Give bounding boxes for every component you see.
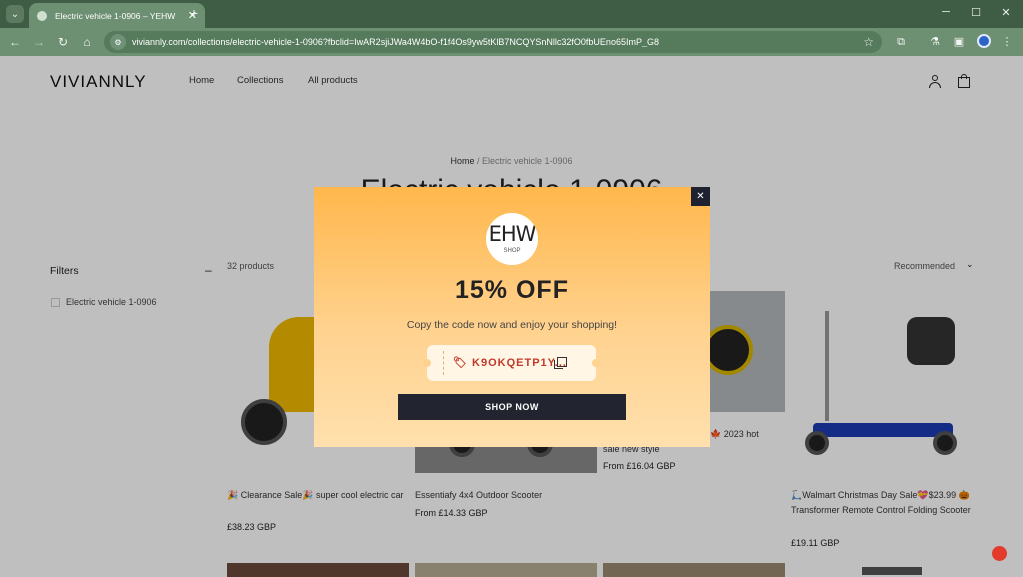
popup-subtitle: Copy the code now and enjoy your shoppin… xyxy=(406,319,618,331)
sidebar-icon[interactable]: ▣ xyxy=(951,34,967,50)
profile-avatar-icon[interactable] xyxy=(977,34,991,48)
lab-icon[interactable]: ⚗ xyxy=(927,34,943,50)
home-icon[interactable]: ⌂ xyxy=(79,34,95,50)
url-text[interactable]: viviannly.com/collections/electric-vehic… xyxy=(132,37,863,47)
minimize-icon[interactable]: ─ xyxy=(938,6,954,18)
popup-headline: 15% OFF xyxy=(455,276,569,304)
extensions-icon[interactable]: ⧉ xyxy=(893,34,909,50)
address-bar[interactable]: ⚙ viviannly.com/collections/electric-veh… xyxy=(104,31,882,53)
logo-sub: SHOP xyxy=(503,248,521,254)
chat-widget-icon[interactable] xyxy=(992,546,1007,561)
tab-title: Electric vehicle 1-0906 – YEHW xyxy=(55,10,176,21)
back-icon[interactable]: ← xyxy=(7,34,23,50)
popup-shop-logo: EHW SHOP xyxy=(486,213,538,265)
new-tab-icon[interactable]: + xyxy=(186,5,202,21)
reload-icon[interactable]: ↻ xyxy=(55,34,71,50)
more-menu-icon[interactable]: ⋮ xyxy=(999,34,1015,50)
popup-close-icon[interactable]: ✕ xyxy=(691,187,710,206)
copy-icon[interactable] xyxy=(554,357,567,369)
browser-toolbar: ← → ↻ ⌂ ⚙ viviannly.com/collections/elec… xyxy=(0,28,1023,56)
coupon-divider xyxy=(443,351,444,375)
tab-favicon-icon xyxy=(37,10,47,21)
coupon-code[interactable]: 🏷 K9OKQETP1Y... xyxy=(453,356,567,369)
site-info-icon[interactable]: ⚙ xyxy=(110,34,126,50)
bookmark-star-icon[interactable]: ☆ xyxy=(863,35,874,49)
window-close-icon[interactable]: ✕ xyxy=(998,6,1014,19)
forward-icon[interactable]: → xyxy=(31,34,47,50)
shop-now-button[interactable]: SHOP NOW xyxy=(398,394,626,420)
logo-text: EHW xyxy=(488,222,537,246)
maximize-icon[interactable]: ☐ xyxy=(968,6,984,19)
coupon-box[interactable]: 🏷 K9OKQETP1Y... xyxy=(423,345,600,381)
browser-tab-bar: ⌄ Electric vehicle 1-0906 – YEHW ✕ + ─ ☐… xyxy=(0,0,1023,28)
browser-tab[interactable]: Electric vehicle 1-0906 – YEHW ✕ xyxy=(29,3,205,28)
tab-search-chevron-icon[interactable]: ⌄ xyxy=(6,5,24,23)
